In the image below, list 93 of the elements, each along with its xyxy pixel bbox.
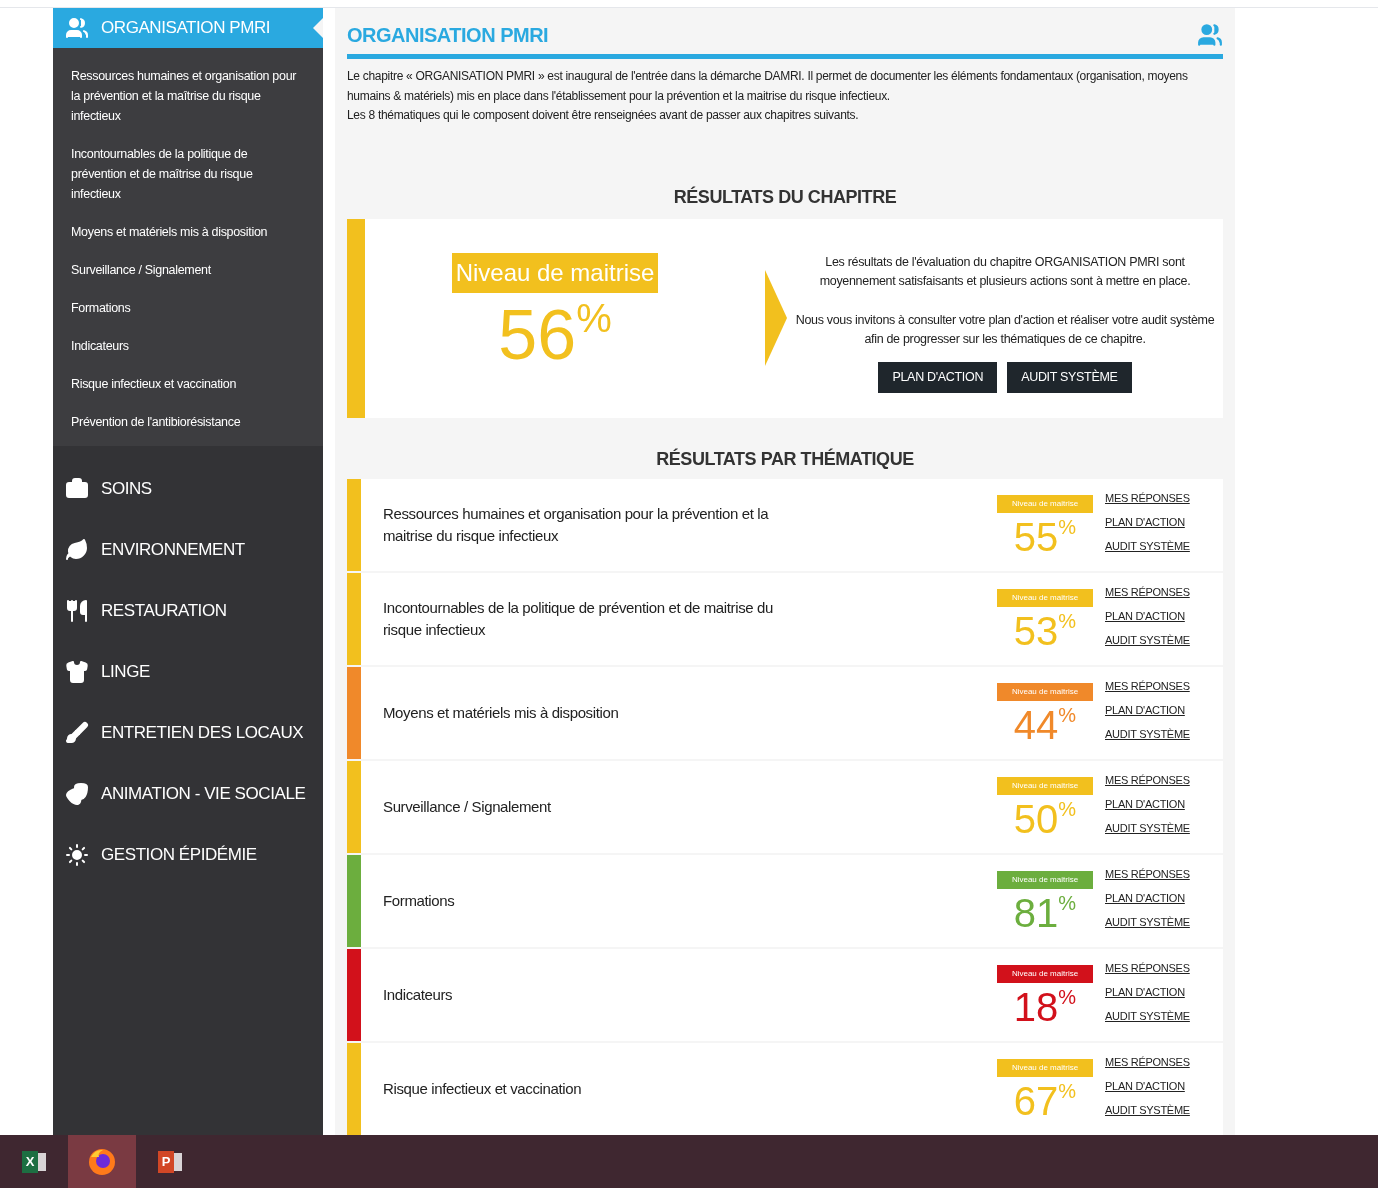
sidebar-subitem[interactable]: Formations — [71, 298, 305, 318]
brush-icon — [65, 720, 89, 745]
score-text: 53% — [1013, 608, 1077, 655]
theme-link[interactable]: AUDIT SYSTÈME — [1105, 725, 1223, 743]
sidebar-subitem[interactable]: Moyens et matériels mis à disposition — [71, 222, 305, 242]
description-text: Le chapitre « ORGANISATION PMRI » est inaugural de l'entrée dans la démarche DAMRI. Il permet de documenter les éléments fondamentaux (organisation, moyens humains & matériels) mis en place dans l'établissement pour la prévention et la maitrise du risque infectieux. — [347, 68, 1189, 105]
section-title: ORGANISATION PMRI — [101, 17, 271, 40]
score-text: 55% — [1013, 514, 1077, 561]
level-badge: Niveau de maitrise — [451, 252, 659, 293]
result-message: Nous vous invitons à consulter votre plan d'action et réaliser votre audit système afin de progresser sur les thématiques de ce chapitre. — [794, 311, 1216, 348]
theme-link[interactable]: AUDIT SYSTÈME — [1105, 1007, 1223, 1025]
app-icon-page — [38, 1152, 47, 1171]
level-badge: Niveau de maitrise — [997, 965, 1093, 983]
app-icon: X — [21, 1150, 39, 1173]
action-button[interactable]: PLAN D'ACTION — [878, 361, 998, 393]
theme-link[interactable]: PLAN D'ACTION — [1105, 701, 1223, 719]
app-icon-page — [174, 1152, 183, 1171]
chevron-icon — [765, 270, 787, 367]
theme-label: Ressources humaines et organisation pour la prévention et la maitrise du risque infectieux — [383, 504, 770, 546]
section-title: ENVIRONNEMENT — [101, 538, 245, 561]
sidebar-section[interactable]: ENVIRONNEMENT — [53, 519, 323, 580]
score-text: 44% — [1013, 702, 1077, 749]
sidebar-section[interactable]: ENTRETIEN DES LOCAUX — [53, 702, 323, 763]
sidebar-subitem[interactable]: Incontournables de la politique de prévention et de maîtrise du risque infectieux — [71, 144, 305, 204]
theme-link[interactable]: MES RÉPONSES — [1105, 771, 1223, 789]
sidebar-subitem[interactable]: Indicateurs — [71, 336, 305, 356]
section-title: LINGE — [101, 660, 150, 683]
level-badge: Niveau de maitrise — [997, 1059, 1093, 1077]
sidebar-section[interactable]: LINGE — [53, 641, 323, 702]
section-title: ENTRETIEN DES LOCAUX — [101, 721, 304, 744]
theme-link[interactable]: PLAN D'ACTION — [1105, 513, 1223, 531]
section-title: GESTION ÉPIDÉMIE — [101, 843, 257, 866]
sidebar-section[interactable]: ANIMATION - VIE SOCIALE — [53, 763, 323, 824]
sun-icon — [65, 842, 89, 867]
result-message: Les résultats de l'évaluation du chapitre ORGANISATION PMRI sont moyennement satisfaisants et plusieurs actions sont à mettre en place. — [818, 253, 1192, 290]
theme-label: Formations — [383, 891, 456, 911]
theme-label: Risque infectieux et vaccination — [383, 1079, 583, 1099]
sidebar-section[interactable]: SOINS — [53, 458, 323, 519]
theme-label: Indicateurs — [383, 985, 454, 1005]
users-icon — [65, 16, 89, 40]
sidebar-subitem[interactable]: Surveillance / Signalement — [71, 260, 305, 280]
page-title: ORGANISATION PMRI — [347, 23, 549, 48]
action-button[interactable]: AUDIT SYSTÈME — [1007, 361, 1132, 393]
users-icon — [1197, 22, 1223, 48]
score-text: 81% — [1013, 890, 1077, 937]
sidebar-subitem[interactable]: Risque infectieux et vaccination — [71, 374, 305, 394]
theme-link[interactable]: AUDIT SYSTÈME — [1105, 537, 1223, 555]
theme-link[interactable]: MES RÉPONSES — [1105, 865, 1223, 883]
browser-icon — [87, 1146, 117, 1177]
score-text: 56% — [498, 294, 612, 376]
theme-link[interactable]: PLAN D'ACTION — [1105, 983, 1223, 1001]
theme-link[interactable]: AUDIT SYSTÈME — [1105, 819, 1223, 837]
score-text: 18% — [1013, 984, 1077, 1031]
theme-link[interactable]: PLAN D'ACTION — [1105, 1077, 1223, 1095]
taskbar-app[interactable] — [68, 1135, 136, 1188]
theme-link[interactable]: PLAN D'ACTION — [1105, 795, 1223, 813]
score-text: 50% — [1013, 796, 1077, 843]
section-title: RESTAURATION — [101, 599, 227, 622]
theme-link[interactable]: MES RÉPONSES — [1105, 489, 1223, 507]
theme-link[interactable]: MES RÉPONSES — [1105, 677, 1223, 695]
level-badge: Niveau de maitrise — [997, 871, 1093, 889]
taskbar-app[interactable]: P — [136, 1135, 204, 1188]
theme-link[interactable]: AUDIT SYSTÈME — [1105, 631, 1223, 649]
theme-link[interactable]: MES RÉPONSES — [1105, 959, 1223, 977]
theme-link[interactable]: MES RÉPONSES — [1105, 583, 1223, 601]
level-badge: Niveau de maitrise — [997, 589, 1093, 607]
theme-link[interactable]: PLAN D'ACTION — [1105, 889, 1223, 907]
level-badge: Niveau de maitrise — [997, 683, 1093, 701]
theme-link[interactable]: MES RÉPONSES — [1105, 1053, 1223, 1071]
level-badge: Niveau de maitrise — [997, 777, 1093, 795]
leaf-icon — [65, 537, 89, 562]
section-heading: RÉSULTATS PAR THÉMATIQUE — [655, 447, 915, 471]
active-notch-icon — [313, 18, 323, 38]
theme-link[interactable]: AUDIT SYSTÈME — [1105, 913, 1223, 931]
theme-link[interactable]: PLAN D'ACTION — [1105, 607, 1223, 625]
sidebar-section[interactable]: GESTION ÉPIDÉMIE — [53, 824, 323, 885]
fork-knife-icon — [65, 598, 89, 623]
app-icon: P — [157, 1150, 175, 1173]
taskbar-app[interactable]: X — [0, 1135, 68, 1188]
description-text: Les 8 thématiques qui le composent doivent être renseignées avant de passer aux chapitres suivants. — [347, 107, 860, 124]
sidebar-section[interactable]: RESTAURATION — [53, 580, 323, 641]
level-badge: Niveau de maitrise — [997, 495, 1093, 513]
sidebar-subitem[interactable]: Ressources humaines et organisation pour la prévention et la maîtrise du risque infectieux — [71, 66, 305, 126]
section-title: SOINS — [101, 477, 152, 500]
score-text: 67% — [1013, 1078, 1077, 1125]
theme-link[interactable]: AUDIT SYSTÈME — [1105, 1101, 1223, 1119]
theme-label: Surveillance / Signalement — [383, 797, 552, 817]
section-heading: RÉSULTATS DU CHAPITRE — [672, 185, 898, 209]
theme-label: Moyens et matériels mis à disposition — [383, 703, 620, 723]
section-title: ANIMATION - VIE SOCIALE — [101, 782, 306, 805]
shirt-icon — [65, 659, 89, 684]
theme-label: Incontournables de la politique de prévention et de maitrise du risque infectieux — [383, 598, 774, 640]
sidebar-subitem[interactable]: Prévention de l'antibiorésistance — [71, 412, 305, 432]
